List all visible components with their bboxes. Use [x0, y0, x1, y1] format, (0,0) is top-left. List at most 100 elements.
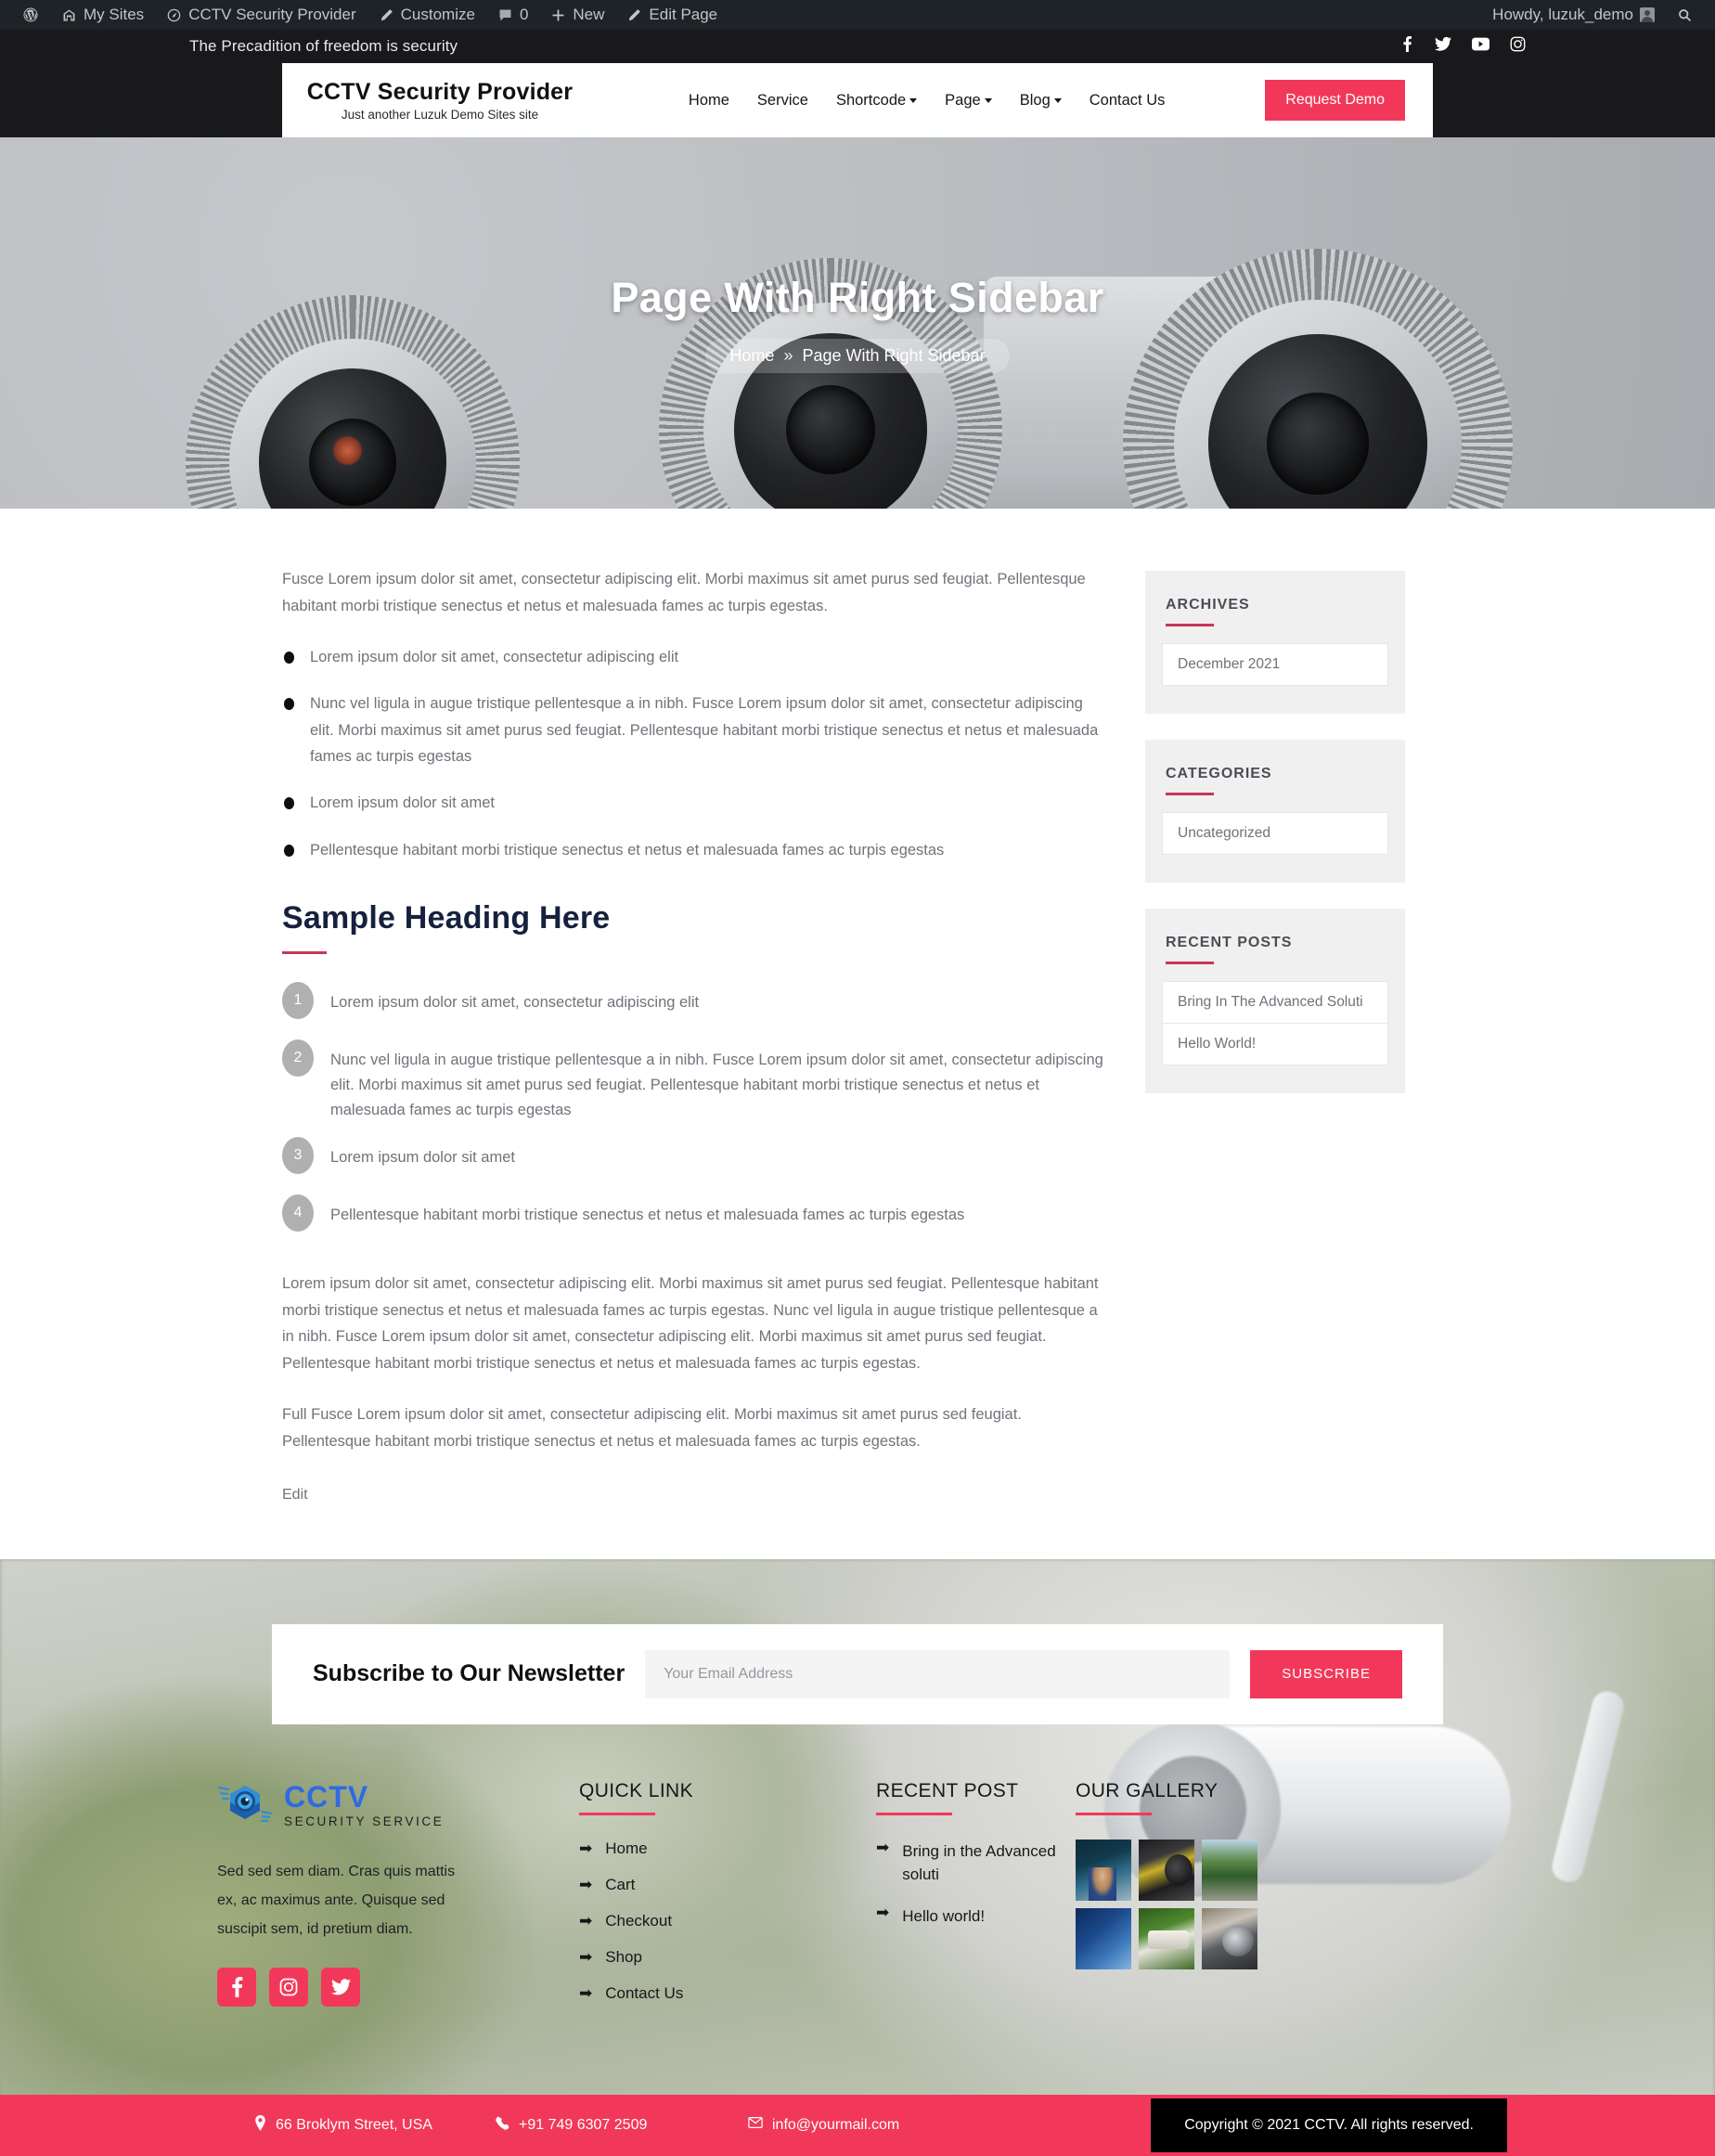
right-sidebar: ARCHIVES December 2021 CATEGORIES Uncate…	[1145, 566, 1405, 1119]
nav-item-home[interactable]: Home	[689, 92, 729, 110]
footer-column-underline	[579, 1812, 655, 1815]
list-item: Lorem ipsum dolor sit amet	[282, 790, 1108, 816]
nav-item-service[interactable]: Service	[757, 92, 808, 110]
footer-link-home[interactable]: ➡ Home	[579, 1840, 876, 1858]
list-item[interactable]: Uncategorized	[1162, 812, 1388, 855]
admin-bar-account-menu[interactable]: Howdy, luzuk_demo	[1481, 0, 1666, 30]
list-item: Nunc vel ligula in augue tristique pelle…	[282, 691, 1108, 769]
nav-label: Page	[945, 91, 981, 109]
admin-bar-label: Customize	[400, 6, 475, 23]
site-header: CCTV Security Provider Just another Luzu…	[282, 63, 1433, 137]
page-hero-banner: Page With Right Sidebar Home » Page With…	[0, 137, 1715, 509]
list-item: Pellentesque habitant morbi tristique se…	[282, 837, 1108, 863]
nav-item-blog[interactable]: Blog	[1020, 92, 1062, 110]
instagram-icon[interactable]	[1510, 36, 1526, 57]
site-description: Just another Luzuk Demo Sites site	[341, 108, 539, 123]
arrow-right-icon: ➡	[579, 1876, 593, 1894]
edit-page-link[interactable]: Edit	[282, 1487, 308, 1504]
instagram-icon[interactable]	[269, 1968, 308, 2008]
email-field[interactable]	[645, 1649, 1231, 1698]
gallery-thumb-cctv-tools-photo[interactable]	[1139, 1839, 1194, 1901]
site-tagline: The Precadition of freedom is security	[189, 37, 458, 55]
youtube-icon[interactable]	[1472, 37, 1489, 56]
footer-link-cart[interactable]: ➡ Cart	[579, 1876, 876, 1894]
footer-columns: CCTV SECURITY SERVICE Sed sed sem diam. …	[208, 1724, 1507, 2095]
admin-bar-item-edit-page[interactable]: Edit Page	[615, 0, 729, 30]
breadcrumb: Home » Page With Right Sidebar	[705, 338, 1010, 373]
phone-icon	[496, 2116, 509, 2135]
footer-quick-link-column: QUICK LINK ➡ Home ➡ Cart ➡ Checkout ➡ Sh…	[579, 1780, 876, 2020]
page-title: Page With Right Sidebar	[611, 273, 1104, 321]
admin-bar-item-customize[interactable]: Customize	[368, 0, 486, 30]
request-demo-button[interactable]: Request Demo	[1265, 80, 1405, 121]
site-branding[interactable]: CCTV Security Provider Just another Luzu…	[282, 79, 588, 123]
main-content-column: Fusce Lorem ipsum dolor sit amet, consec…	[282, 566, 1108, 1504]
footer-area: Subscribe to Our Newsletter SUBSCRIBE	[0, 1558, 1715, 2156]
admin-bar-search-button[interactable]	[1666, 0, 1704, 30]
gallery-thumb-technician-server-photo[interactable]	[1076, 1839, 1131, 1901]
gallery-thumb-street-cameras-photo[interactable]	[1202, 1839, 1257, 1901]
plus-icon	[550, 7, 566, 23]
admin-bar-item-my-sites[interactable]: My Sites	[50, 0, 155, 30]
footer-link-label: Bring in the Advanced soluti	[902, 1841, 1056, 1884]
list-item[interactable]: Hello World!	[1162, 1023, 1388, 1065]
breadcrumb-home-link[interactable]: Home	[729, 346, 774, 366]
widget-underline	[1166, 793, 1214, 795]
my-sites-icon	[61, 7, 77, 23]
newsletter-title: Subscribe to Our Newsletter	[313, 1660, 625, 1687]
admin-bar-label: CCTV Security Provider	[188, 6, 356, 23]
content-area: Fusce Lorem ipsum dolor sit amet, consec…	[282, 509, 1433, 1559]
widget-title: ARCHIVES	[1166, 597, 1250, 613]
footer-column-title: QUICK LINK	[579, 1779, 694, 1801]
wordpress-logo-menu[interactable]	[11, 0, 50, 30]
footer-column-underline	[1076, 1812, 1152, 1815]
facebook-icon[interactable]	[1400, 36, 1414, 57]
twitter-icon[interactable]	[1435, 36, 1451, 57]
admin-bar-label: My Sites	[84, 6, 145, 23]
subscribe-button[interactable]: SUBSCRIBE	[1250, 1649, 1402, 1698]
list-item-text: Nunc vel ligula in augue tristique pelle…	[330, 1052, 1103, 1119]
footer-column-underline	[876, 1812, 952, 1815]
nav-item-page[interactable]: Page	[945, 92, 992, 110]
heading-underline	[282, 951, 327, 954]
footer-recent-post-column: RECENT POST ➡ Bring in the Advanced solu…	[876, 1780, 1076, 2020]
nav-item-shortcode[interactable]: Shortcode	[836, 92, 918, 110]
admin-bar-item-site-name[interactable]: CCTV Security Provider	[155, 0, 367, 30]
admin-bar-item-comments[interactable]: 0	[486, 0, 539, 30]
gallery-thumb-outdoor-camera-photo[interactable]	[1139, 1907, 1194, 1969]
footer-link-label: Shop	[605, 1947, 642, 1966]
footer-recent-post-1[interactable]: ➡ Bring in the Advanced soluti	[876, 1840, 1076, 1887]
list-item[interactable]: Bring In The Advanced Soluti	[1162, 981, 1388, 1023]
footer-link-shop[interactable]: ➡ Shop	[579, 1948, 876, 1967]
facebook-icon[interactable]	[217, 1968, 256, 2008]
list-item: 3 Lorem ipsum dolor sit amet	[282, 1136, 1108, 1181]
chevron-down-icon	[1053, 97, 1062, 103]
footer-link-contact-us[interactable]: ➡ Contact Us	[579, 1984, 876, 2003]
list-item-text: Lorem ipsum dolor sit amet	[330, 1148, 515, 1166]
site-title: CCTV Security Provider	[306, 78, 574, 105]
nav-label: Contact Us	[1089, 91, 1166, 109]
numbered-list: 1 Lorem ipsum dolor sit amet, consectetu…	[282, 982, 1108, 1239]
admin-bar-item-new[interactable]: New	[539, 0, 615, 30]
gallery-thumb-bullet-camera-photo[interactable]	[1202, 1907, 1257, 1969]
hero-content: Page With Right Sidebar Home » Page With…	[0, 137, 1715, 509]
arrow-right-icon: ➡	[579, 1984, 593, 2003]
footer-phone-text: +91 749 6307 2509	[519, 2116, 648, 2133]
footer-social-links	[217, 1968, 579, 2008]
footer-logo[interactable]: CCTV SECURITY SERVICE	[217, 1780, 579, 1831]
bulleted-list: Lorem ipsum dolor sit amet, consectetur …	[282, 644, 1108, 863]
list-item[interactable]: December 2021	[1162, 643, 1388, 686]
footer-link-label: Home	[605, 1839, 648, 1857]
admin-bar-label: New	[573, 6, 605, 23]
footer-column-title: RECENT POST	[876, 1779, 1019, 1801]
recent-posts-list: Bring In The Advanced Soluti Hello World…	[1162, 981, 1388, 1065]
nav-item-contact-us[interactable]: Contact Us	[1090, 92, 1166, 110]
footer-link-checkout[interactable]: ➡ Checkout	[579, 1912, 876, 1930]
footer-recent-post-2[interactable]: ➡ Hello world!	[876, 1904, 1076, 1929]
admin-bar-label: Edit Page	[649, 6, 718, 23]
gallery-thumb-network-security-photo[interactable]	[1076, 1907, 1131, 1969]
twitter-icon[interactable]	[321, 1968, 360, 2008]
footer-phone: +91 749 6307 2509	[496, 2116, 748, 2135]
copyright-text: Copyright © 2021 CCTV. All rights reserv…	[1151, 2098, 1507, 2152]
list-item: 4 Pellentesque habitant morbi tristique …	[282, 1194, 1108, 1239]
